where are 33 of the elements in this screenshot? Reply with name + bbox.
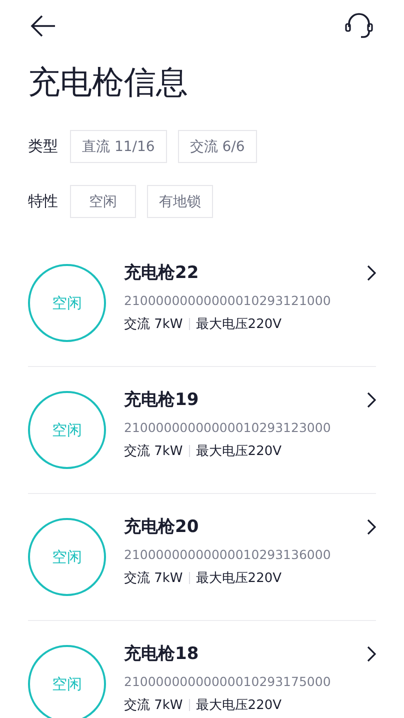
filter-chip[interactable]: 交流 6/6 <box>178 130 257 163</box>
gun-name: 充电枪22 <box>124 262 199 284</box>
chevron-right-icon[interactable] <box>366 264 376 280</box>
filter-chip[interactable]: 空闲 <box>70 185 136 218</box>
filter-chip[interactable]: 直流 11/16 <box>70 130 167 163</box>
filter-label: 特性 <box>28 192 58 211</box>
status-badge: 空闲 <box>28 645 106 718</box>
status-badge: 空闲 <box>28 391 106 469</box>
chevron-right-icon[interactable] <box>366 646 376 662</box>
chevron-right-icon[interactable] <box>366 392 376 408</box>
gun-code: 21000000000000010293175000 <box>124 674 332 689</box>
gun-type: 交流 7kW <box>124 570 183 587</box>
gun-type: 交流 7kW <box>124 316 183 333</box>
gun-name: 充电枪20 <box>124 516 199 538</box>
status-badge: 空闲 <box>28 518 106 596</box>
gun-type: 交流 7kW <box>124 697 183 714</box>
filter-chip[interactable]: 有地锁 <box>147 185 213 218</box>
page-title: 充电枪信息 <box>28 62 189 102</box>
max-voltage: 最大电压220V <box>196 697 282 714</box>
max-voltage: 最大电压220V <box>196 570 282 587</box>
gun-name: 充电枪18 <box>124 643 199 665</box>
gun-type: 交流 7kW <box>124 443 183 460</box>
max-voltage: 最大电压220V <box>196 443 282 460</box>
gun-name: 充电枪19 <box>124 389 199 411</box>
status-badge: 空闲 <box>28 264 106 342</box>
chevron-right-icon[interactable] <box>366 518 376 534</box>
headset-icon[interactable] <box>344 12 374 40</box>
gun-code: 21000000000000010293121000 <box>124 293 332 308</box>
filter-label: 类型 <box>28 137 58 156</box>
gun-code: 21000000000000010293123000 <box>124 420 332 435</box>
max-voltage: 最大电压220V <box>196 316 282 333</box>
gun-code: 21000000000000010293136000 <box>124 547 332 562</box>
back-icon[interactable] <box>30 15 56 37</box>
